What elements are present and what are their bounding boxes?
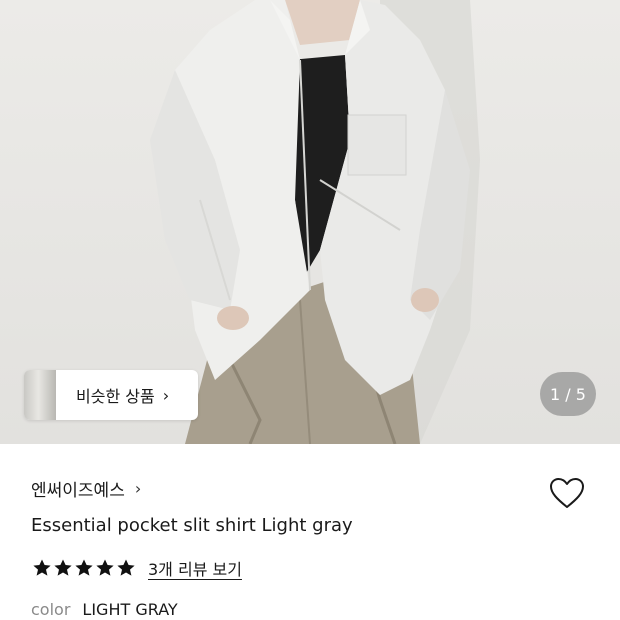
star-filled-icon: [117, 559, 135, 576]
wishlist-button[interactable]: [547, 474, 587, 514]
color-value: LIGHT GRAY: [82, 600, 178, 619]
color-option: color LIGHT GRAY: [31, 600, 178, 619]
product-image-gallery[interactable]: 비슷한 상품 › 1 / 5: [0, 0, 620, 444]
star-filled-icon: [33, 559, 51, 576]
brand-link[interactable]: 엔써이즈예스 ›: [31, 476, 141, 501]
color-label: color: [31, 600, 71, 619]
rating-row: 3개 리뷰 보기: [32, 556, 242, 580]
rating-stars: [32, 558, 136, 578]
similar-products-label: 비슷한 상품: [76, 387, 155, 406]
chevron-right-icon: ›: [134, 479, 142, 498]
star-filled-icon: [75, 559, 93, 576]
chevron-right-icon: ›: [162, 385, 170, 405]
star-filled-icon: [96, 559, 114, 576]
brand-name: 엔써이즈예스: [31, 481, 125, 501]
gallery-page-counter: 1 / 5: [540, 372, 596, 416]
view-reviews-link[interactable]: 3개 리뷰 보기: [148, 556, 242, 580]
similar-products-thumbnail: [24, 370, 56, 420]
heart-outline-icon: [550, 478, 584, 508]
similar-products-button[interactable]: 비슷한 상품 ›: [24, 370, 198, 420]
star-filled-icon: [54, 559, 72, 576]
product-title: Essential pocket slit shirt Light gray: [31, 515, 353, 536]
